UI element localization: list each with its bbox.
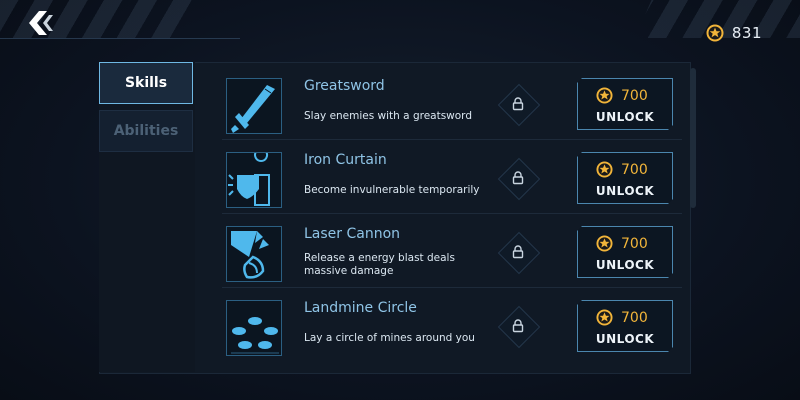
landmine-circle-icon [231,317,279,354]
unlock-label: UNLOCK [595,332,655,346]
skill-icon-frame [226,300,282,356]
skill-description: Release a energy blast deals massive dam… [304,252,455,277]
unlock-label: UNLOCK [595,258,655,272]
skill-icon-frame [226,78,282,134]
skill-title: Landmine Circle [304,300,417,316]
row-divider [222,213,682,214]
tabs-column [99,62,195,372]
lock-icon [512,245,524,259]
list-scrollbar[interactable] [690,68,696,208]
star-coin-icon [596,161,613,178]
skill-row-landmine-circle: Landmine Circle Lay a circle of mines ar… [222,290,682,362]
tab-abilities[interactable]: Abilities [99,110,193,152]
unlock-button[interactable]: 700 UNLOCK [577,152,673,204]
skill-row-laser-cannon: Laser Cannon Release a energy blast deal… [222,216,682,288]
unlock-button[interactable]: 700 UNLOCK [577,78,673,130]
header-divider [0,38,240,39]
unlock-label: UNLOCK [595,110,655,124]
back-arrow-icon [29,11,53,35]
unlock-button[interactable]: 700 UNLOCK [577,226,673,278]
price-value: 700 [621,309,648,326]
back-button[interactable] [22,8,58,38]
skill-description: Lay a circle of mines around you [304,332,475,344]
currency-amount: 831 [731,24,762,42]
greatsword-icon [231,85,275,133]
skill-title: Greatsword [304,78,385,94]
skill-description: Slay enemies with a greatsword [304,110,472,122]
tab-skills[interactable]: Skills [99,62,193,104]
lock-icon [512,171,524,185]
lock-icon [512,319,524,333]
star-coin-icon [596,235,613,252]
price-tag: 700 [596,235,648,252]
unlock-label: UNLOCK [595,184,655,198]
price-tag: 700 [596,87,648,104]
price-value: 700 [621,161,648,178]
laser-cannon-icon [231,231,269,279]
star-coin-icon [706,24,724,42]
skill-icon-frame [226,152,282,208]
unlock-button[interactable]: 700 UNLOCK [577,300,673,352]
lock-icon [512,97,524,111]
price-tag: 700 [596,309,648,326]
skill-row-greatsword: Greatsword Slay enemies with a greatswor… [222,68,682,140]
price-value: 700 [621,235,648,252]
star-coin-icon [596,309,613,326]
skill-row-iron-curtain: Iron Curtain Become invulnerable tempora… [222,142,682,214]
skill-title: Laser Cannon [304,226,401,242]
star-coin-icon [596,87,613,104]
price-value: 700 [621,87,648,104]
iron-curtain-icon [228,153,270,206]
skill-description: Become invulnerable temporarily [304,184,480,196]
skill-title: Iron Curtain [304,152,387,168]
skill-icon-frame [226,226,282,282]
row-divider [222,287,682,288]
currency-display: 831 [706,24,762,42]
row-divider [222,139,682,140]
price-tag: 700 [596,161,648,178]
